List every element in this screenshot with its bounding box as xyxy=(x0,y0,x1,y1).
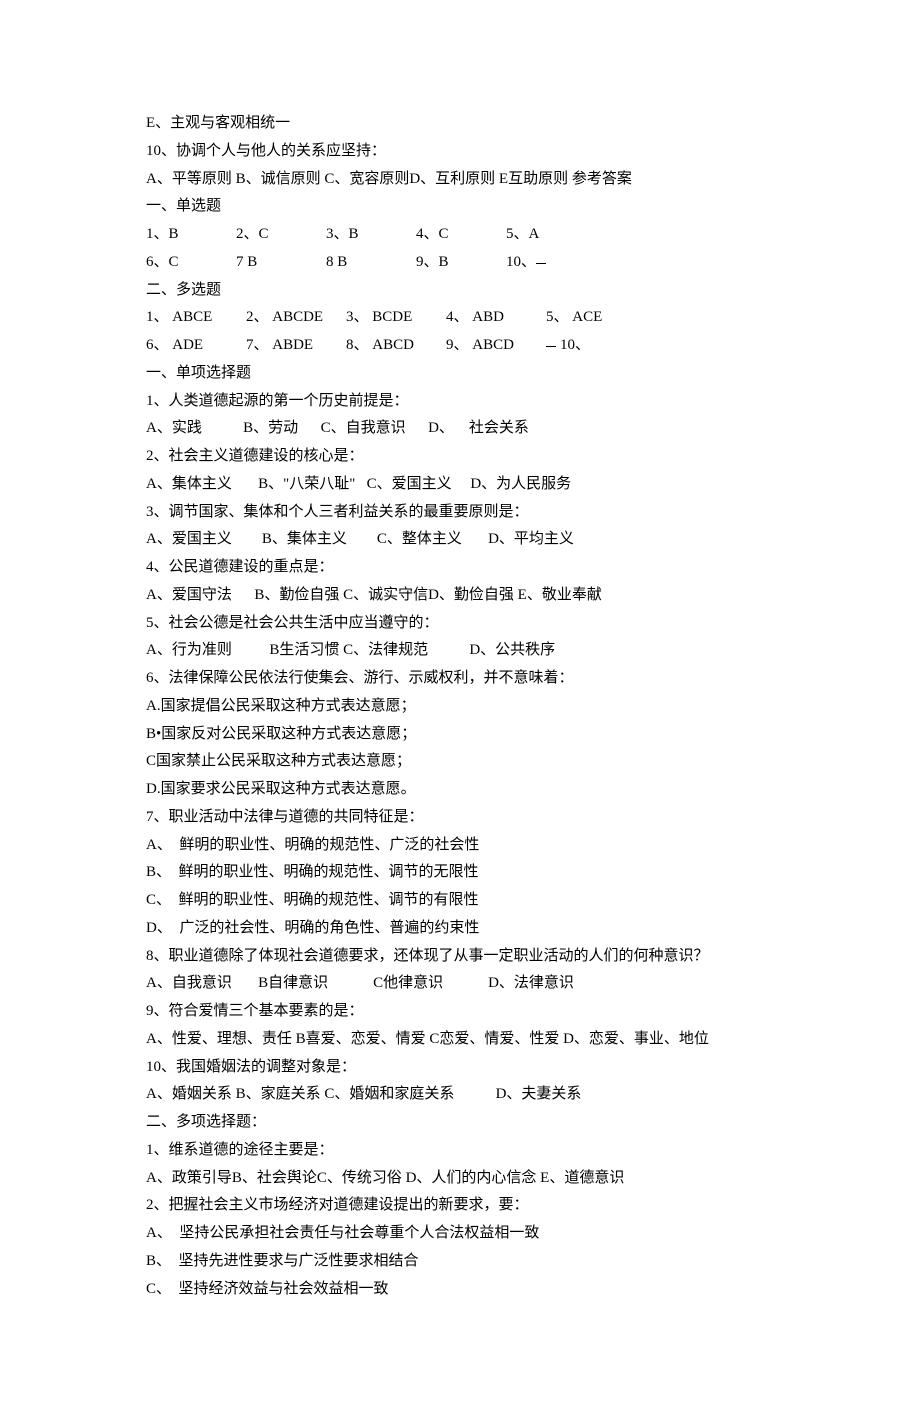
option-e: E、主观与客观相统一 xyxy=(146,110,774,138)
mq1-text: 1、维系道德的途径主要是： xyxy=(146,1137,774,1165)
ans-10: 10、 xyxy=(506,249,536,277)
q7-option-a: A、 鲜明的职业性、明确的规范性、广泛的社会性 xyxy=(146,832,774,860)
mq1-options: A、政策引导B、社会舆论C、传统习俗 D、人们的内心信念 E、道德意识 xyxy=(146,1165,774,1193)
ans-3: 3、B xyxy=(326,221,416,249)
q7-option-b: B、 鲜明的职业性、明确的规范性、调节的无限性 xyxy=(146,859,774,887)
ans-2: 2、C xyxy=(236,221,326,249)
q8-text: 8、职业道德除了体现社会道德要求，还体现了从事一定职业活动的人们的何种意识？ xyxy=(146,943,774,971)
q1-options: A、实践 B、劳动 C、自我意识 D、 社会关系 xyxy=(146,415,774,443)
q1-text: 1、人类道德起源的第一个历史前提是： xyxy=(146,388,774,416)
ans-1: 1、B xyxy=(146,221,236,249)
q9-options: A、性爱、理想、责任 B喜爱、恋爱、情爱 C恋爱、情爱、性爱 D、恋爱、事业、地… xyxy=(146,1026,774,1054)
ans-5: 5、A xyxy=(506,221,596,249)
ans-6: 6、C xyxy=(146,249,236,277)
q2-options: A、集体主义 B、"八荣八耻" C、爱国主义 D、为人民服务 xyxy=(146,471,774,499)
question-10-options: A、平等原则 B、诚信原则 C、宽容原则D、互利原则 E互助原则 参考答案 xyxy=(146,166,774,194)
q9-text: 9、符合爱情三个基本要素的是： xyxy=(146,998,774,1026)
section-heading-multi: 二、多选题 xyxy=(146,277,774,305)
q4-options: A、爱国守法 B、勤俭自强 C、诚实守信D、勤俭自强 E、敬业奉献 xyxy=(146,582,774,610)
q3-options: A、爱国主义 B、集体主义 C、整体主义 D、平均主义 xyxy=(146,526,774,554)
q10-text: 10、我国婚姻法的调整对象是： xyxy=(146,1054,774,1082)
blank-underline-icon xyxy=(546,345,556,347)
section-heading-single-choice: 一、单项选择题 xyxy=(146,360,774,388)
q4-text: 4、公民道德建设的重点是： xyxy=(146,554,774,582)
mq2-option-a: A、 坚持公民承担社会责任与社会尊重个人合法权益相一致 xyxy=(146,1220,774,1248)
mans-3: 3、 BCDE xyxy=(346,304,446,332)
blank-underline-icon xyxy=(536,262,546,264)
ans-7: 7 B xyxy=(236,249,326,277)
multi-answers-row-1: 1、 ABCE 2、 ABCDE 3、 BCDE 4、 ABD 5、 ACE xyxy=(146,304,774,332)
q6-text: 6、法律保障公民依法行使集会、游行、示威权利，并不意味着： xyxy=(146,665,774,693)
q3-text: 3、调节国家、集体和个人三者利益关系的最重要原则是： xyxy=(146,499,774,527)
mans-5: 5、 ACE xyxy=(546,304,646,332)
mans-4: 4、 ABD xyxy=(446,304,546,332)
section-heading-single: 一、单选题 xyxy=(146,193,774,221)
mans-1: 1、 ABCE xyxy=(146,304,246,332)
q6-option-b: B•国家反对公民采取这种方式表达意愿； xyxy=(146,721,774,749)
multi-answers-row-2: 6、 ADE 7、 ABDE 8、 ABCD 9、 ABCD 10、 xyxy=(146,332,774,360)
q7-text: 7、职业活动中法律与道德的共同特征是： xyxy=(146,804,774,832)
mans-7: 7、 ABDE xyxy=(246,332,346,360)
mq2-option-c: C、 坚持经济效益与社会效益相一致 xyxy=(146,1276,774,1304)
q7-option-d: D、 广泛的社会性、明确的角色性、普遍的约束性 xyxy=(146,915,774,943)
q2-text: 2、社会主义道德建设的核心是： xyxy=(146,443,774,471)
document-page: E、主观与客观相统一 10、协调个人与他人的关系应坚持： A、平等原则 B、诚信… xyxy=(0,0,920,1403)
q5-options: A、行为准则 B生活习惯 C、法律规范 D、公共秩序 xyxy=(146,637,774,665)
mans-8: 8、 ABCD xyxy=(346,332,446,360)
mans-10: 10、 xyxy=(560,332,590,360)
mq2-option-b: B、 坚持先进性要求与广泛性要求相结合 xyxy=(146,1248,774,1276)
single-answers-row-2: 6、C 7 B 8 B 9、B 10、 xyxy=(146,249,774,277)
question-10: 10、协调个人与他人的关系应坚持： xyxy=(146,138,774,166)
ans-4: 4、C xyxy=(416,221,506,249)
q6-option-c: C国家禁止公民采取这种方式表达意愿； xyxy=(146,748,774,776)
q5-text: 5、社会公德是社会公共生活中应当遵守的： xyxy=(146,610,774,638)
q10-options: A、婚姻关系 B、家庭关系 C、婚姻和家庭关系 D、夫妻关系 xyxy=(146,1081,774,1109)
q6-option-d: D.国家要求公民采取这种方式表达意愿。 xyxy=(146,776,774,804)
q7-option-c: C、 鲜明的职业性、明确的规范性、调节的有限性 xyxy=(146,887,774,915)
ans-9: 9、B xyxy=(416,249,506,277)
ans-8: 8 B xyxy=(326,249,416,277)
section-heading-multi-choice: 二、多项选择题： xyxy=(146,1109,774,1137)
q6-option-a: A.国家提倡公民采取这种方式表达意愿； xyxy=(146,693,774,721)
q8-options: A、自我意识 B自律意识 C他律意识 D、法律意识 xyxy=(146,970,774,998)
single-answers-row-1: 1、B 2、C 3、B 4、C 5、A xyxy=(146,221,774,249)
mans-6: 6、 ADE xyxy=(146,332,246,360)
mq2-text: 2、把握社会主义市场经济对道德建设提出的新要求，要： xyxy=(146,1192,774,1220)
mans-9: 9、 ABCD xyxy=(446,332,546,360)
mans-2: 2、 ABCDE xyxy=(246,304,346,332)
